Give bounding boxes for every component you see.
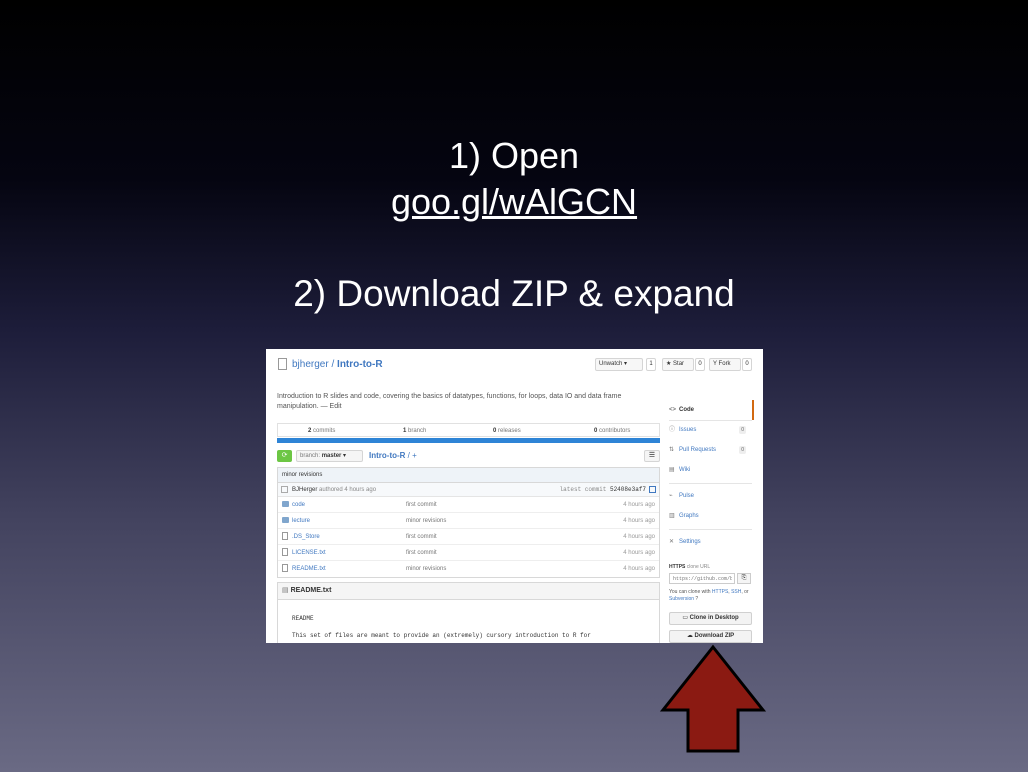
new-file-link[interactable]: / + bbox=[405, 451, 417, 460]
file-icon bbox=[282, 564, 288, 572]
repo-title: bjherger / Intro-to-R bbox=[292, 359, 383, 371]
file-name[interactable]: LICENSE.txt bbox=[292, 549, 326, 557]
clone-ssh-link[interactable]: SSH bbox=[731, 589, 741, 595]
repo-stats-bar: 2 commits 1 branch 0 releases 0 contribu… bbox=[277, 423, 660, 437]
file-icon bbox=[282, 532, 288, 540]
clone-help-text: You can clone with HTTPS, SSH, or Subver… bbox=[669, 589, 749, 602]
file-row[interactable]: README.txt minor revisions 4 hours ago bbox=[278, 561, 659, 577]
sidebar-item-pulse[interactable]: ⌁ Pulse bbox=[669, 486, 752, 506]
pulls-count: 0 bbox=[739, 446, 746, 454]
readme-body: README This set of files are meant to pr… bbox=[277, 600, 660, 643]
file-commit-message[interactable]: first commit bbox=[406, 549, 437, 557]
file-commit-message[interactable]: minor revisions bbox=[406, 517, 446, 525]
contributors-stat[interactable]: 0 contributors bbox=[594, 427, 630, 435]
github-repo-screenshot: bjherger / Intro-to-R Unwatch ▾ 1 ★ Star… bbox=[266, 349, 763, 643]
commit-meta-row: BJHerger authored 4 hours ago latest com… bbox=[278, 483, 659, 497]
code-icon: <> bbox=[669, 407, 677, 413]
file-age: 4 hours ago bbox=[623, 550, 655, 556]
fork-button[interactable]: Y Fork bbox=[709, 358, 741, 371]
desktop-icon: ▭ bbox=[682, 615, 690, 621]
file-row[interactable]: .DS_Store first commit 4 hours ago bbox=[278, 529, 659, 545]
branch-prefix: branch: bbox=[300, 453, 322, 459]
clone-in-desktop-button[interactable]: ▭ Clone in Desktop bbox=[669, 612, 752, 625]
pointer-arrow-icon bbox=[659, 644, 767, 753]
file-age: 4 hours ago bbox=[623, 566, 655, 572]
sidebar-item-settings[interactable]: ✕ Settings bbox=[669, 532, 752, 552]
language-bar[interactable] bbox=[277, 438, 660, 443]
avatar bbox=[281, 486, 288, 493]
branch-name: master bbox=[321, 453, 342, 459]
file-name[interactable]: lecture bbox=[292, 517, 310, 525]
tools-icon: ✕ bbox=[669, 539, 675, 545]
list-icon[interactable]: ☰ bbox=[644, 450, 660, 462]
pulse-icon: ⌁ bbox=[669, 493, 673, 499]
branch-select[interactable]: branch: master ▾ bbox=[296, 450, 363, 462]
file-table: minor revisions BJHerger authored 4 hour… bbox=[277, 467, 660, 578]
chevron-down-icon: ▾ bbox=[343, 453, 347, 459]
file-age: 4 hours ago bbox=[623, 502, 655, 508]
folder-icon bbox=[282, 501, 289, 507]
file-row[interactable]: code first commit 4 hours ago bbox=[278, 497, 659, 513]
issues-count: 0 bbox=[739, 426, 746, 434]
file-icon bbox=[282, 548, 288, 556]
browse-code-icon[interactable] bbox=[649, 486, 656, 493]
sidebar-item-code[interactable]: <> Code bbox=[669, 400, 754, 420]
file-commit-message[interactable]: first commit bbox=[406, 533, 437, 541]
releases-stat[interactable]: 0 releases bbox=[493, 427, 521, 435]
sidebar-item-graphs[interactable]: ▥ Graphs bbox=[669, 506, 752, 526]
readme-header: ▤ README.txt bbox=[277, 582, 660, 600]
branch-stat[interactable]: 1 branch bbox=[403, 427, 426, 435]
short-url-link[interactable]: goo.gl/wAlGCN bbox=[0, 181, 1028, 223]
file-age: 4 hours ago bbox=[623, 518, 655, 524]
sync-icon[interactable]: ⟳ bbox=[277, 450, 292, 462]
commit-sha[interactable]: 52408e3af7 bbox=[610, 486, 646, 493]
watch-count: 1 bbox=[646, 358, 656, 371]
help-icon[interactable]: ? bbox=[695, 596, 698, 602]
breadcrumb: Intro-to-R / + bbox=[369, 450, 417, 462]
graph-icon: ▥ bbox=[669, 513, 675, 519]
file-name[interactable]: code bbox=[292, 501, 305, 509]
clone-url-input[interactable] bbox=[669, 573, 735, 584]
sidebar-item-issues[interactable]: ⓘ Issues 0 bbox=[669, 420, 752, 440]
star-button[interactable]: ★ Star bbox=[662, 358, 694, 371]
repo-icon bbox=[278, 358, 287, 370]
readme-text: This set of files are meant to provide a… bbox=[292, 632, 591, 639]
sidebar-item-pull-requests[interactable]: ⇅ Pull Requests 0 bbox=[669, 440, 752, 460]
breadcrumb-repo-link[interactable]: Intro-to-R bbox=[369, 451, 405, 460]
download-zip-button[interactable]: ☁ Download ZIP bbox=[669, 630, 752, 643]
issue-icon: ⓘ bbox=[669, 427, 676, 433]
latest-commit-message[interactable]: minor revisions bbox=[278, 468, 659, 483]
clipboard-icon[interactable]: ⎘ bbox=[737, 573, 751, 584]
clone-https-link[interactable]: HTTPS bbox=[712, 589, 728, 595]
step-two-heading: 2) Download ZIP & expand bbox=[293, 273, 735, 314]
pull-request-icon: ⇅ bbox=[669, 447, 675, 453]
readme-title: README bbox=[292, 615, 314, 622]
unwatch-button[interactable]: Unwatch ▾ bbox=[595, 358, 643, 371]
fork-count: 0 bbox=[742, 358, 752, 371]
latest-commit-info: latest commit 52408e3af7 bbox=[559, 486, 646, 493]
file-name[interactable]: .DS_Store bbox=[292, 533, 320, 541]
clone-url-label: HTTPS clone URL bbox=[669, 564, 711, 570]
star-count: 0 bbox=[695, 358, 705, 371]
repo-owner-link[interactable]: bjherger bbox=[292, 359, 329, 370]
book-icon: ▤ bbox=[282, 587, 291, 594]
wiki-icon: ▤ bbox=[669, 467, 675, 473]
file-commit-message[interactable]: minor revisions bbox=[406, 565, 446, 573]
file-row[interactable]: LICENSE.txt first commit 4 hours ago bbox=[278, 545, 659, 561]
folder-icon bbox=[282, 517, 289, 523]
cloud-download-icon: ☁ bbox=[686, 633, 695, 639]
file-commit-message[interactable]: first commit bbox=[406, 501, 437, 509]
repo-name-link[interactable]: Intro-to-R bbox=[337, 359, 383, 370]
repo-description: Introduction to R slides and code, cover… bbox=[277, 393, 622, 410]
file-name[interactable]: README.txt bbox=[292, 565, 326, 573]
commit-author-line: BJHerger authored 4 hours ago bbox=[292, 487, 377, 493]
commits-stat[interactable]: 2 commits bbox=[308, 427, 335, 435]
sidebar-item-wiki[interactable]: ▤ Wiki bbox=[669, 460, 752, 480]
file-age: 4 hours ago bbox=[623, 534, 655, 540]
step-one-heading: 1) Open bbox=[448, 135, 580, 176]
clone-subversion-link[interactable]: Subversion bbox=[669, 596, 694, 602]
repo-title-separator: / bbox=[328, 359, 338, 370]
file-row[interactable]: lecture minor revisions 4 hours ago bbox=[278, 513, 659, 529]
commit-author[interactable]: BJHerger bbox=[292, 487, 317, 493]
